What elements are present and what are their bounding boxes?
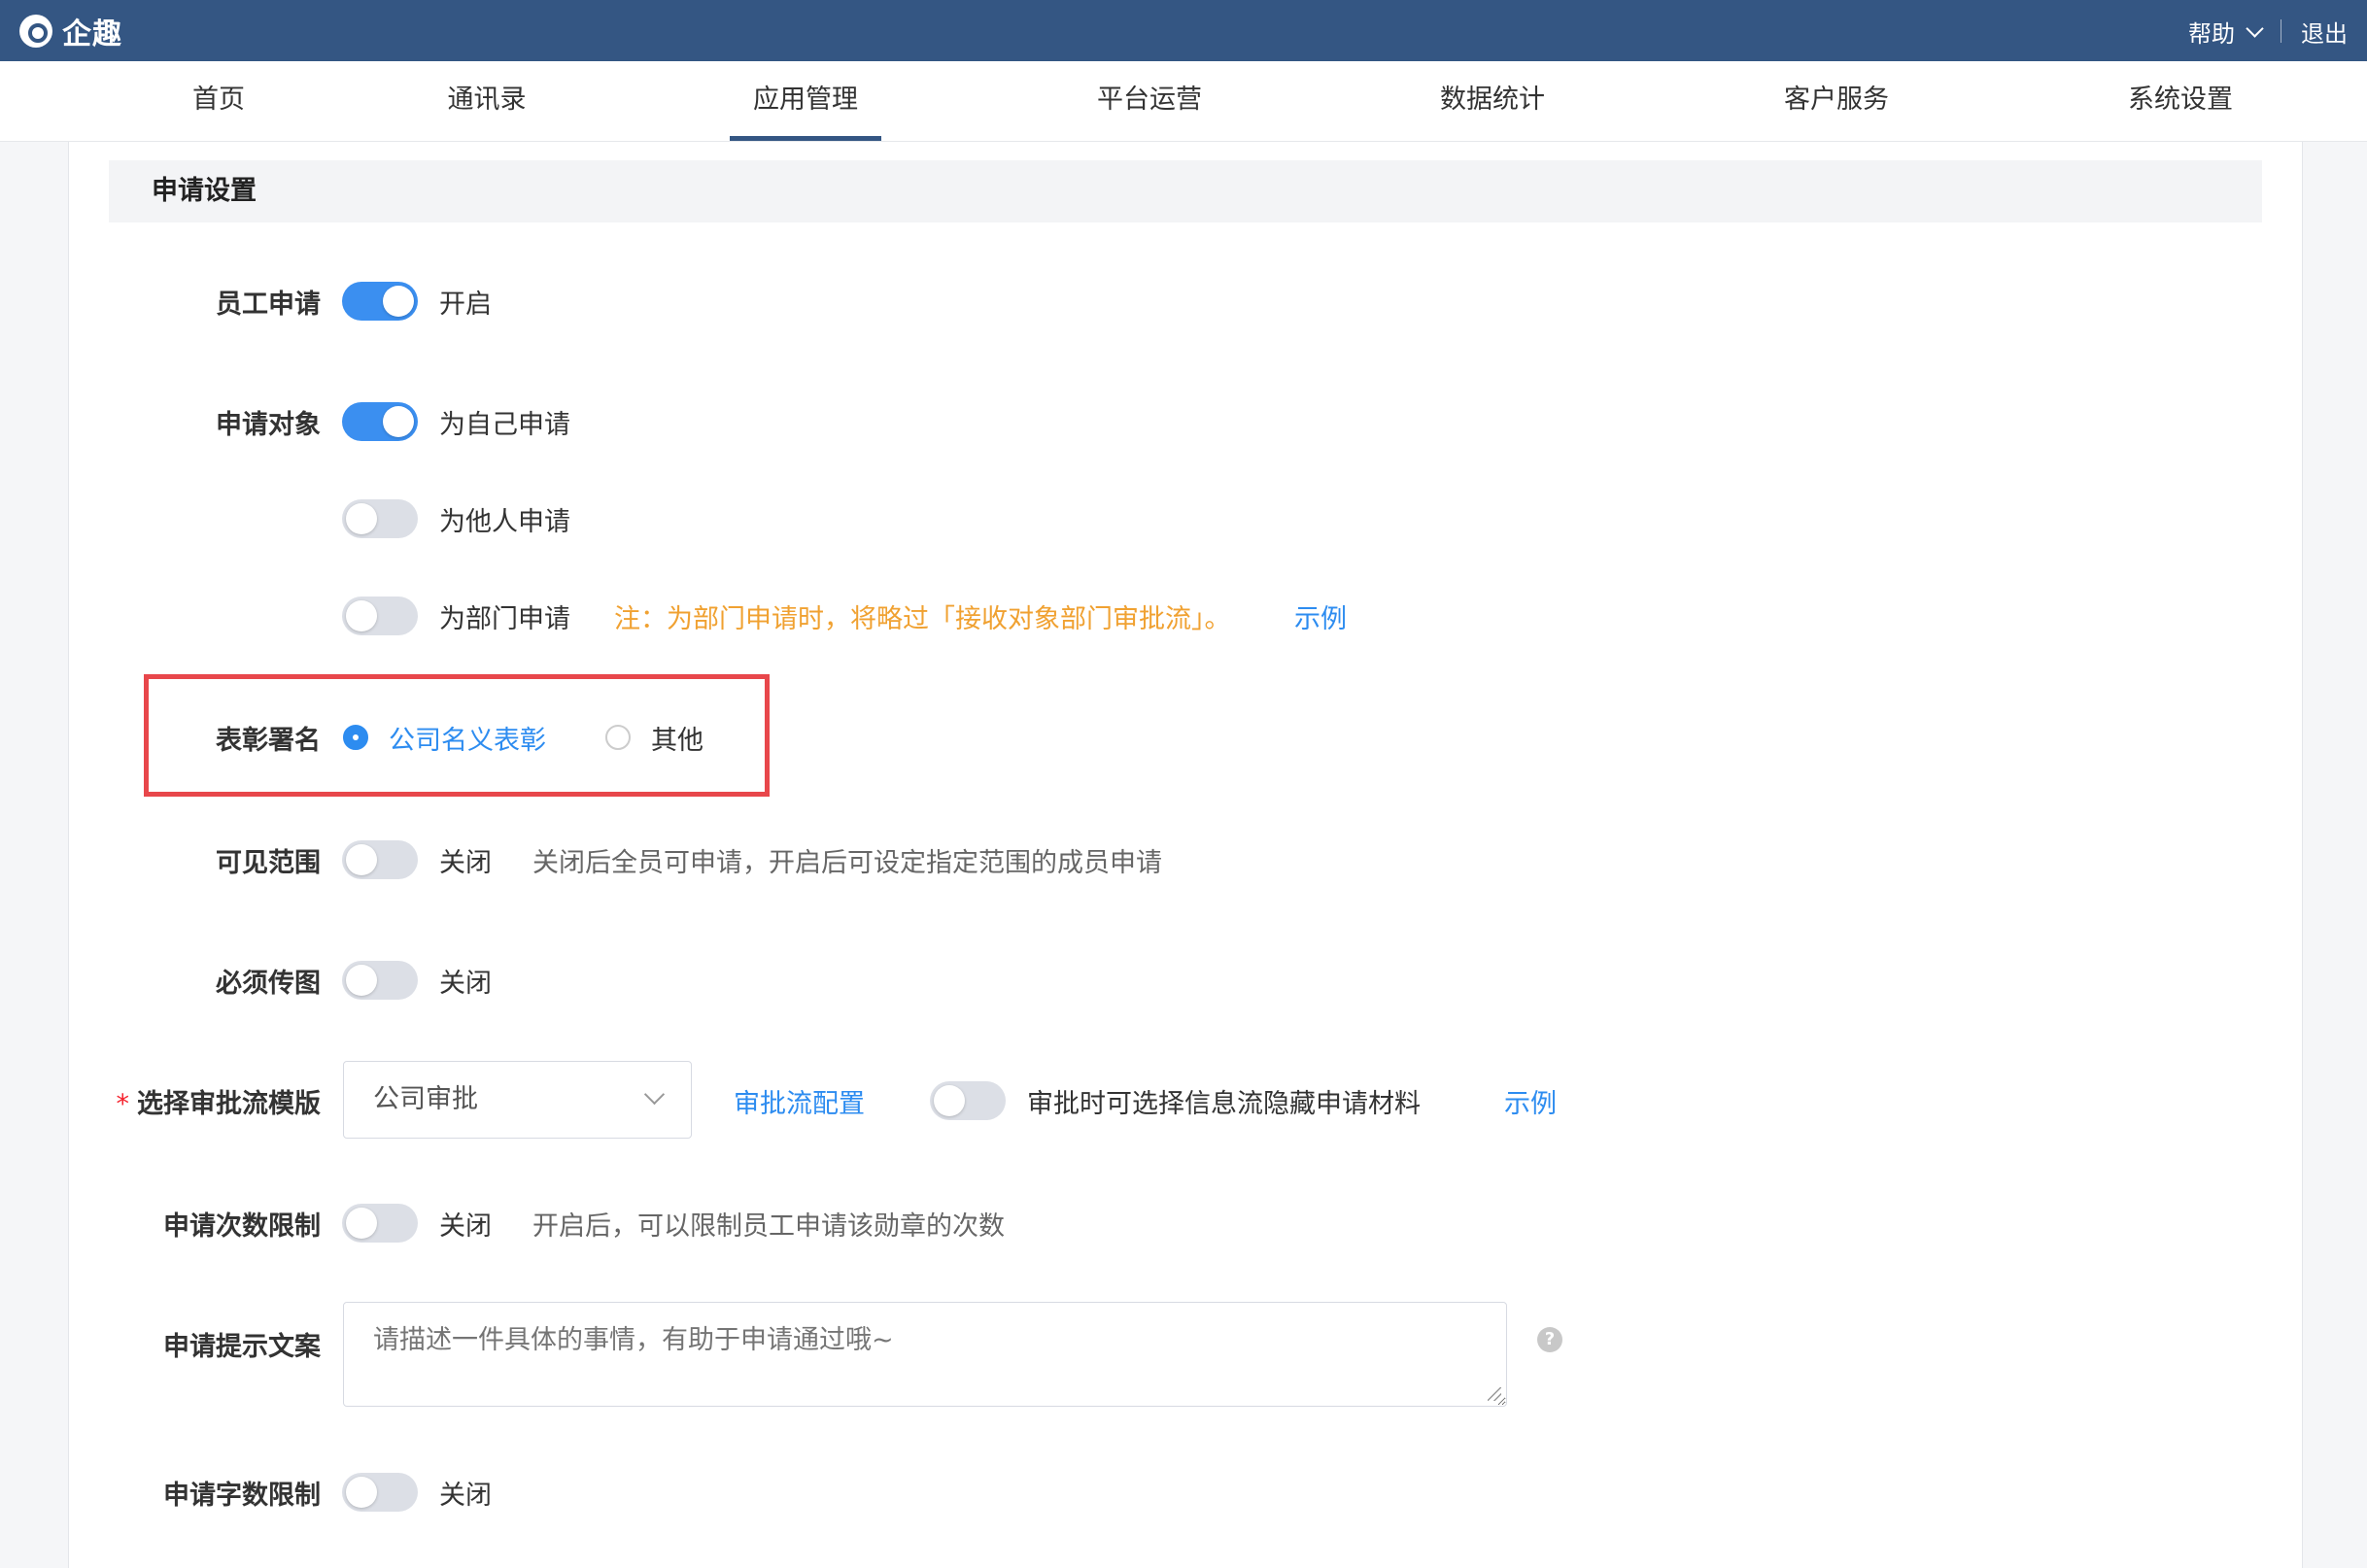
apply-self-label: 为自己申请 (439, 410, 570, 440)
department-note: 注：为部门申请时，将略过「接收对象部门审批流」。 (614, 604, 1231, 634)
radio-other[interactable] (605, 725, 631, 750)
visibility-label: 可见范围 (216, 848, 321, 878)
hide-materials-switch[interactable] (930, 1081, 1006, 1120)
main-nav: 首页 通讯录 应用管理 平台运营 数据统计 客户服务 系统设置 (0, 61, 2367, 142)
nav-platform-ops[interactable]: 平台运营 (1097, 61, 1202, 141)
approval-example-link[interactable]: 示例 (1504, 1082, 1557, 1120)
required-mark: * (116, 1089, 130, 1119)
switch-knob (934, 1085, 965, 1116)
switch-knob (346, 1208, 377, 1239)
approval-template-select[interactable]: 公司审批 (343, 1061, 692, 1139)
help-icon[interactable]: ? (1537, 1327, 1562, 1352)
apply-count-limit-label: 申请次数限制 (163, 1211, 321, 1242)
section-title: 申请设置 (109, 160, 2262, 222)
logout-link[interactable]: 退出 (2301, 15, 2348, 49)
logo-icon (19, 15, 52, 48)
switch-knob (346, 600, 377, 631)
top-right-menu: 帮助 退出 (2188, 14, 2348, 49)
app-logo[interactable]: 企趣 (19, 13, 122, 51)
employee-apply-switch[interactable] (342, 282, 418, 321)
word-limit-state: 关闭 (439, 1481, 492, 1511)
approval-config-link[interactable]: 审批流配置 (734, 1082, 865, 1120)
help-menu[interactable]: 帮助 (2188, 15, 2235, 49)
signature-company-label[interactable]: 公司名义表彰 (389, 719, 546, 757)
image-required-state: 关闭 (439, 969, 492, 999)
word-limit-label: 申请字数限制 (163, 1481, 321, 1511)
apply-department-label: 为部门申请 (439, 604, 570, 634)
nav-customer-service[interactable]: 客户服务 (1784, 61, 1889, 141)
visibility-hint: 关闭后全员可申请，开启后可设定指定范围的成员申请 (532, 848, 1162, 878)
approval-template-value: 公司审批 (373, 1084, 478, 1114)
nav-contacts[interactable]: 通讯录 (448, 61, 527, 141)
nav-system-settings[interactable]: 系统设置 (2128, 61, 2233, 141)
approval-template-label: * 选择审批流模版 (0, 1082, 322, 1120)
approval-template-text: 选择审批流模版 (137, 1089, 321, 1119)
image-required-label: 必须传图 (216, 969, 321, 999)
word-limit-switch[interactable] (342, 1473, 418, 1512)
switch-knob (346, 965, 377, 996)
switch-knob (346, 1477, 377, 1508)
apply-count-limit-state: 关闭 (439, 1211, 492, 1242)
signature-other-label[interactable]: 其他 (651, 719, 703, 757)
apply-count-limit-hint: 开启后，可以限制员工申请该勋章的次数 (532, 1211, 1005, 1242)
chevron-down-icon[interactable] (2246, 18, 2264, 38)
employee-apply-state: 开启 (439, 290, 492, 320)
nav-home[interactable]: 首页 (192, 61, 245, 141)
app-name: 企趣 (62, 17, 122, 51)
switch-knob (346, 844, 377, 875)
apply-target-label: 申请对象 (216, 410, 321, 440)
prompt-text-label: 申请提示文案 (163, 1332, 321, 1362)
apply-department-switch[interactable] (342, 597, 418, 635)
switch-knob (346, 503, 377, 534)
employee-apply-label: 员工申请 (216, 290, 321, 320)
apply-others-switch[interactable] (342, 499, 418, 538)
top-bar: 企趣 帮助 退出 (0, 0, 2367, 61)
nav-app-management[interactable]: 应用管理 (730, 61, 881, 141)
apply-count-limit-switch[interactable] (342, 1204, 418, 1243)
apply-others-label: 为他人申请 (439, 507, 570, 537)
image-required-switch[interactable] (342, 961, 418, 1000)
signature-label: 表彰署名 (216, 726, 321, 756)
department-example-link[interactable]: 示例 (1294, 597, 1347, 635)
nav-statistics[interactable]: 数据统计 (1440, 61, 1545, 141)
apply-self-switch[interactable] (342, 402, 418, 441)
visibility-state: 关闭 (439, 848, 492, 878)
visibility-switch[interactable] (342, 840, 418, 879)
hide-materials-label: 审批时可选择信息流隐藏申请材料 (1027, 1089, 1421, 1119)
prompt-text-input[interactable] (343, 1302, 1507, 1407)
switch-knob (383, 406, 414, 437)
radio-company[interactable] (343, 725, 368, 750)
switch-knob (383, 286, 414, 317)
chevron-down-icon (643, 1083, 666, 1106)
resize-handle-icon[interactable] (1488, 1387, 1501, 1401)
